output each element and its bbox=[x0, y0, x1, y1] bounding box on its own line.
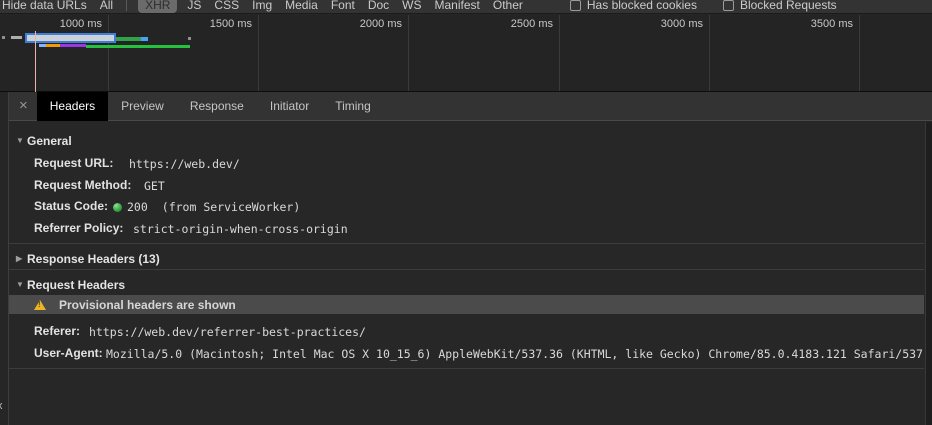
section-divider bbox=[9, 368, 924, 369]
has-blocked-cookies-checkbox[interactable]: Has blocked cookies bbox=[570, 0, 697, 12]
header-row-referer: Referer: https://web.dev/referrer-best-p… bbox=[9, 324, 924, 340]
section-title: Request Headers bbox=[27, 278, 125, 292]
filter-type-js[interactable]: JS bbox=[187, 0, 201, 12]
filter-type-doc[interactable]: Doc bbox=[368, 0, 389, 12]
hide-data-urls-toggle[interactable]: Hide data URLs bbox=[2, 0, 87, 12]
request-bar-orange[interactable] bbox=[46, 44, 60, 47]
status-source-note: (from ServiceWorker) bbox=[162, 200, 300, 214]
chevron-right-icon: ▶ bbox=[16, 254, 22, 263]
header-row-user-agent: User-Agent: Mozilla/5.0 (Macintosh; Inte… bbox=[9, 346, 924, 362]
request-bar-green[interactable] bbox=[116, 37, 141, 41]
section-divider bbox=[9, 269, 924, 270]
close-icon[interactable]: × bbox=[9, 92, 37, 120]
status-ok-icon bbox=[113, 203, 122, 212]
header-row-request-url: Request URL: https://web.dev/ bbox=[9, 156, 924, 172]
filter-type-css[interactable]: CSS bbox=[214, 0, 239, 12]
request-dot[interactable] bbox=[2, 36, 5, 39]
header-value: https://web.dev/ bbox=[129, 157, 240, 171]
header-value: 200 bbox=[127, 200, 148, 214]
filter-type-font[interactable]: Font bbox=[331, 0, 355, 12]
header-row-request-method: Request Method: GET bbox=[9, 178, 924, 194]
header-value: Mozilla/5.0 (Macintosh; Intel Mac OS X 1… bbox=[106, 347, 924, 361]
general-section-header[interactable]: ▼ General bbox=[9, 134, 924, 150]
section-title: Response Headers (13) bbox=[27, 252, 160, 266]
checkbox-icon[interactable] bbox=[723, 0, 734, 11]
header-name: Request Method: bbox=[34, 178, 131, 192]
tab-timing[interactable]: Timing bbox=[322, 92, 384, 121]
request-bar-brightgreen[interactable] bbox=[86, 45, 190, 48]
filter-type-all[interactable]: All bbox=[100, 0, 113, 12]
tab-preview[interactable]: Preview bbox=[108, 92, 177, 121]
header-row-referrer-policy: Referrer Policy: strict-origin-when-cros… bbox=[9, 221, 924, 237]
section-title: General bbox=[27, 134, 72, 148]
tab-response[interactable]: Response bbox=[177, 92, 257, 121]
header-value: GET bbox=[144, 179, 165, 193]
checkbox-icon[interactable] bbox=[570, 0, 581, 11]
vertical-scrollbar[interactable] bbox=[925, 122, 932, 425]
provisional-headers-warning: Provisional headers are shown bbox=[9, 295, 924, 314]
headers-pane: ▼ General Request URL: https://web.dev/ … bbox=[9, 122, 932, 425]
filter-type-other[interactable]: Other bbox=[493, 0, 523, 12]
filter-type-xhr-selected[interactable]: XHR bbox=[138, 0, 177, 13]
request-bar-blue[interactable] bbox=[141, 37, 148, 41]
header-value: https://web.dev/referrer-best-practices/ bbox=[89, 325, 366, 339]
header-value: strict-origin-when-cross-origin bbox=[133, 222, 348, 236]
network-filter-bar: Hide data URLs All XHR JS CSS Img Media … bbox=[0, 0, 932, 14]
tab-initiator[interactable]: Initiator bbox=[257, 92, 322, 121]
request-bar-gray[interactable] bbox=[11, 36, 22, 39]
section-divider bbox=[9, 243, 924, 244]
blocked-requests-checkbox[interactable]: Blocked Requests bbox=[723, 0, 837, 12]
chevron-down-icon: ▼ bbox=[16, 136, 24, 145]
header-name: Status Code: bbox=[34, 199, 108, 213]
header-name: Referrer Policy: bbox=[34, 221, 123, 235]
devtools-network-panel: Hide data URLs All XHR JS CSS Img Media … bbox=[0, 0, 932, 425]
clipped-list-text: x bbox=[0, 400, 3, 412]
selected-request-bar[interactable] bbox=[25, 33, 116, 43]
waterfall-chart[interactable] bbox=[0, 15, 932, 91]
blocked-requests-label: Blocked Requests bbox=[740, 0, 837, 12]
header-name: Referer: bbox=[34, 324, 80, 338]
warning-icon bbox=[34, 300, 46, 310]
header-row-status-code: Status Code: 200 (from ServiceWorker) bbox=[9, 199, 924, 215]
request-bar-purple[interactable] bbox=[60, 44, 86, 47]
has-blocked-cookies-label: Has blocked cookies bbox=[587, 0, 697, 12]
request-dot[interactable] bbox=[188, 37, 191, 40]
filter-type-media[interactable]: Media bbox=[285, 0, 318, 12]
request-bar-lightblue[interactable] bbox=[39, 44, 46, 47]
request-details-tabbar: × Headers Preview Response Initiator Tim… bbox=[9, 92, 932, 121]
filter-separator bbox=[126, 0, 127, 11]
filter-type-manifest[interactable]: Manifest bbox=[435, 0, 480, 12]
chevron-down-icon: ▼ bbox=[16, 280, 24, 289]
network-overview-timeline[interactable]: 1000 ms 1500 ms 2000 ms 2500 ms 3000 ms … bbox=[0, 15, 932, 92]
response-headers-section-header[interactable]: ▶ Response Headers (13) bbox=[9, 252, 924, 268]
tab-headers[interactable]: Headers bbox=[37, 92, 108, 121]
filter-type-ws[interactable]: WS bbox=[402, 0, 421, 12]
provisional-warning-text: Provisional headers are shown bbox=[59, 298, 236, 312]
header-name: User-Agent: bbox=[34, 346, 103, 360]
header-name: Request URL: bbox=[34, 156, 113, 170]
request-headers-section-header[interactable]: ▼ Request Headers bbox=[9, 278, 924, 294]
filter-type-img[interactable]: Img bbox=[252, 0, 272, 12]
load-event-marker[interactable] bbox=[35, 31, 36, 92]
